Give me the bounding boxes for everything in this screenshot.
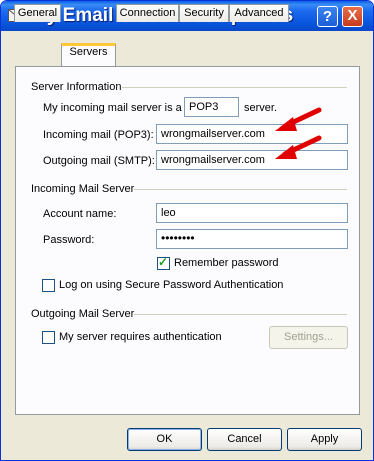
properties-dialog: My Email Account Properties ? X General …	[0, 0, 374, 461]
tab-advanced-label: Advanced	[234, 7, 284, 19]
tab-connection-label: Connection	[119, 7, 176, 19]
outgoing-mail-label: Outgoing mail (SMTP):	[43, 155, 155, 167]
incoming-type-prefix: My incoming mail server is a	[43, 102, 182, 114]
settings-button[interactable]: Settings...	[269, 326, 348, 349]
tab-advanced[interactable]: Advanced	[229, 4, 289, 22]
help-button[interactable]: ?	[317, 6, 338, 27]
tab-servers-label: Servers	[69, 46, 108, 58]
red-arrow-icon	[275, 107, 322, 131]
tab-servers[interactable]: Servers	[61, 43, 116, 66]
tab-security[interactable]: Security	[179, 4, 229, 22]
checkmark-icon: ✓	[158, 255, 169, 269]
incoming-type-field: POP3	[184, 97, 239, 117]
close-button[interactable]: X	[342, 6, 363, 27]
remember-password-label: Remember password	[174, 257, 279, 269]
red-arrow-icon	[275, 135, 322, 159]
apply-button[interactable]: Apply	[287, 428, 362, 451]
server-auth-checkbox[interactable]	[42, 331, 55, 344]
cancel-button[interactable]: Cancel	[207, 428, 282, 451]
incoming-mail-label: Incoming mail (POP3):	[43, 129, 154, 141]
incoming-server-divider	[134, 189, 347, 190]
account-name-input[interactable]: leo	[156, 203, 348, 223]
password-label: Password:	[43, 234, 95, 246]
server-auth-label: My server requires authentication	[59, 331, 222, 343]
outgoing-server-heading: Outgoing Mail Server	[31, 308, 135, 320]
tab-general[interactable]: General	[14, 4, 61, 22]
account-name-label: Account name:	[43, 208, 117, 220]
spa-checkbox[interactable]	[42, 279, 55, 292]
password-input[interactable]: ••••••••	[156, 229, 348, 249]
tab-connection[interactable]: Connection	[116, 4, 179, 22]
incoming-server-heading: Incoming Mail Server	[31, 183, 135, 195]
spa-label: Log on using Secure Password Authenticat…	[59, 279, 284, 291]
tab-general-label: General	[17, 7, 58, 19]
outgoing-server-divider	[134, 314, 347, 315]
tab-security-label: Security	[184, 7, 224, 19]
server-info-divider	[122, 87, 347, 88]
server-info-heading: Server Information	[31, 81, 122, 93]
remember-password-checkbox[interactable]: ✓	[157, 255, 170, 270]
ok-button[interactable]: OK	[127, 428, 202, 451]
